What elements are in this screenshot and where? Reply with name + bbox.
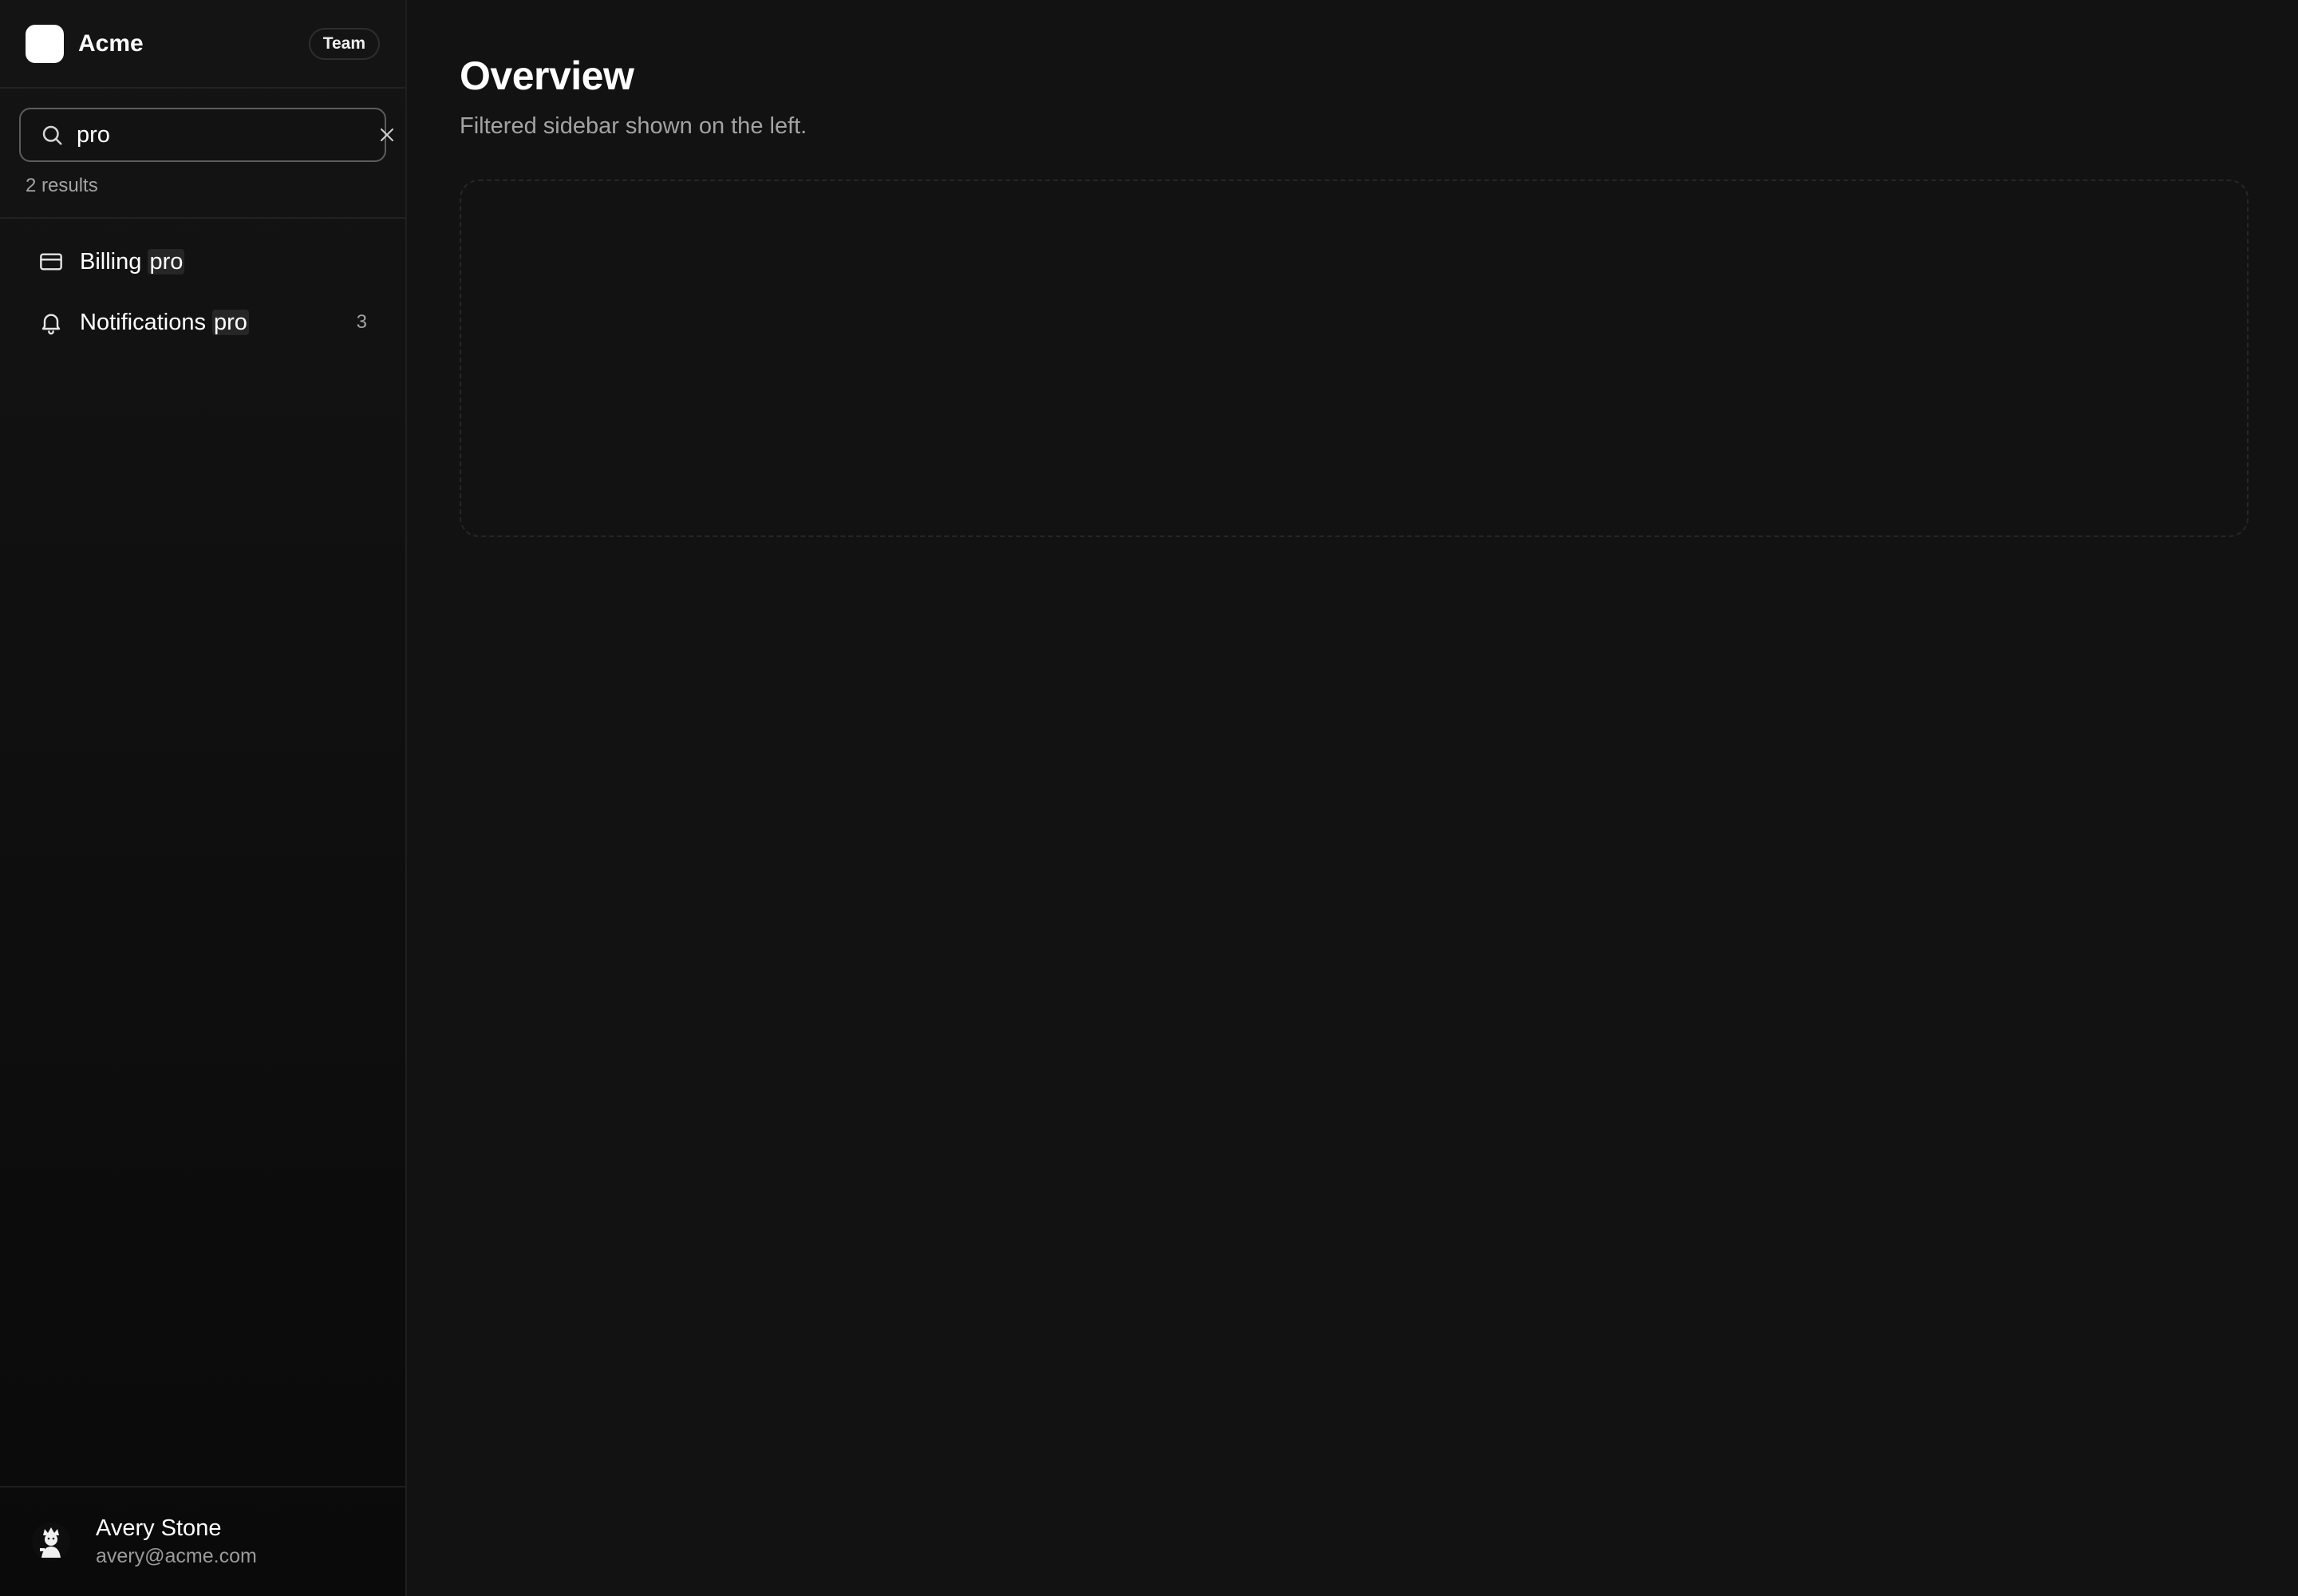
page-title: Overview: [460, 53, 634, 98]
search-results-count: 2 results: [26, 175, 98, 196]
main-content: Overview Filtered sidebar shown on the l…: [407, 0, 2298, 1596]
label-text: Notifications: [80, 309, 213, 335]
search-match-highlight: pro: [148, 248, 185, 275]
sidebar-nav: Billing pro Notifications pro 3: [0, 219, 405, 353]
logo-icon[interactable]: [26, 24, 64, 63]
user-name: Avery Stone: [96, 1515, 222, 1541]
sidebar: Acme Team 2 results: [0, 0, 407, 1596]
page-subtitle: Filtered sidebar shown on the left.: [460, 113, 807, 139]
sidebar-item-notifications[interactable]: Notifications pro 3: [0, 292, 405, 353]
search-icon: [42, 125, 62, 145]
sidebar-header: Acme Team: [0, 0, 405, 89]
credit-card-icon: [40, 253, 62, 271]
user-profile[interactable]: Avery Stone avery@acme.com: [0, 1486, 405, 1596]
search-input[interactable]: [77, 121, 377, 148]
clear-search-icon[interactable]: [377, 125, 397, 144]
avatar[interactable]: [32, 1523, 70, 1561]
search-match-highlight: pro: [212, 309, 249, 335]
sidebar-item-billing[interactable]: Billing pro: [0, 231, 405, 292]
placeholder-panel: [460, 180, 2249, 537]
app-root: Acme Team 2 results: [0, 0, 2298, 1596]
label-text: Billing: [80, 248, 148, 275]
team-badge[interactable]: Team: [308, 27, 380, 60]
notification-count-badge: 3: [356, 311, 367, 333]
user-meta: Avery Stone avery@acme.com: [96, 1515, 257, 1568]
user-email: avery@acme.com: [96, 1545, 257, 1567]
sidebar-item-label: Notifications pro: [80, 309, 249, 336]
sidebar-item-label: Billing pro: [80, 248, 185, 275]
brand-name: Acme: [78, 30, 144, 57]
search-section: 2 results: [0, 89, 405, 219]
avatar-illustration-icon: [40, 1527, 61, 1558]
bell-icon: [41, 314, 61, 335]
search-box[interactable]: [19, 108, 393, 162]
